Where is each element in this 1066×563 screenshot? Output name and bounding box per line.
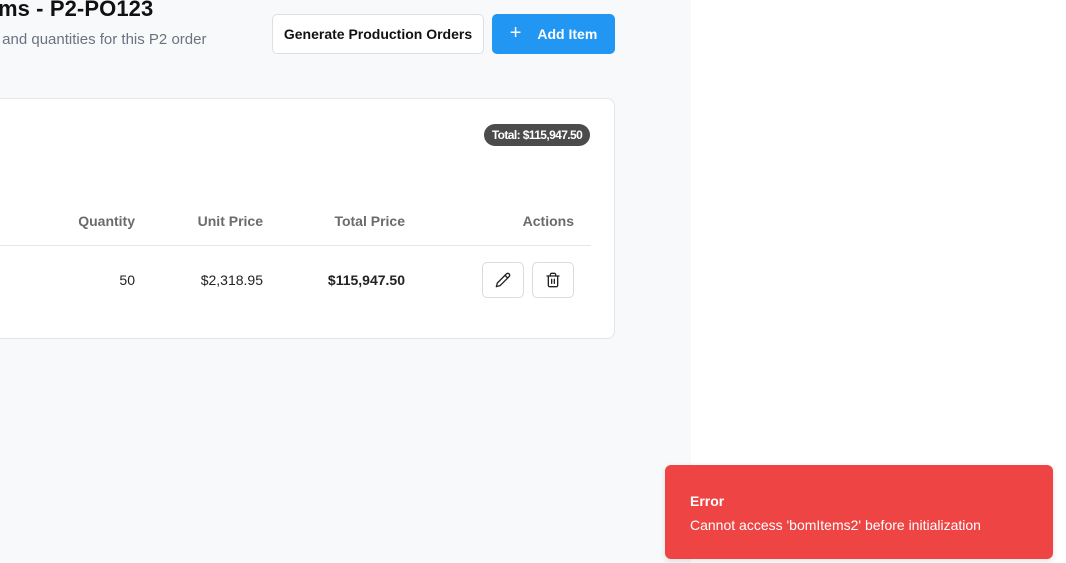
toast-message: Cannot access 'bomItems2' before initial…	[690, 517, 981, 533]
plus-icon: +	[509, 22, 522, 44]
generate-production-orders-button[interactable]: Generate Production Orders	[272, 14, 484, 54]
cell-total-price: $115,947.50	[327, 272, 405, 288]
delete-item-button[interactable]	[532, 262, 574, 298]
edit-item-button[interactable]	[482, 262, 524, 298]
error-toast[interactable]: Error Cannot access 'bomItems2' before i…	[665, 465, 1053, 559]
cell-unit-price: $2,318.95	[200, 272, 263, 288]
cell-quantity: 50	[119, 272, 135, 288]
toast-title: Error	[690, 493, 725, 509]
column-header-unit-price: Unit Price	[197, 213, 263, 229]
page-title: Items - P2-PO123	[0, 0, 154, 21]
column-header-quantity: Quantity	[78, 213, 135, 229]
trash-icon	[546, 272, 560, 288]
pencil-icon	[495, 272, 511, 288]
column-header-actions: Actions	[522, 213, 574, 229]
total-badge: Total: $115,947.50	[484, 124, 590, 146]
main-content: Items - P2-PO123 arts and quantities for…	[0, 0, 691, 563]
add-item-label: Add Item	[537, 26, 598, 42]
page-subtitle: arts and quantities for this P2 order	[0, 31, 207, 48]
column-header-total-price: Total Price	[334, 213, 405, 229]
add-item-button[interactable]: + Add Item	[492, 14, 615, 54]
table-header-divider	[0, 245, 591, 246]
